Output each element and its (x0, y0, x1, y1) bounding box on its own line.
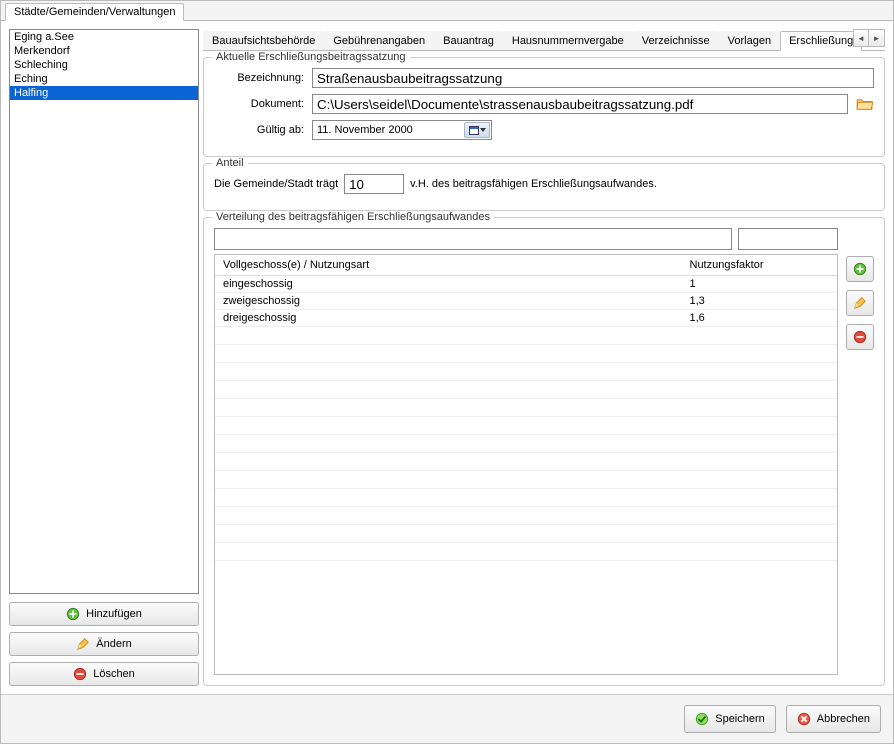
open-file-icon[interactable] (856, 96, 874, 112)
group-verteilung-legend: Verteilung des beitragsfähigen Erschließ… (212, 211, 494, 223)
city-list-item[interactable]: Eching (10, 72, 198, 86)
table-row[interactable]: zweigeschossig1,3 (215, 293, 837, 310)
minus-icon (73, 667, 87, 681)
city-list-item[interactable]: Eging a.See (10, 30, 198, 44)
filter-input-2[interactable] (738, 228, 838, 250)
outer-tabstrip: Städte/Gemeinden/Verwaltungen (1, 1, 893, 21)
minus-icon (853, 330, 867, 344)
table-row[interactable]: dreigeschossig1,6 (215, 310, 837, 327)
detail-tabstrip: BauaufsichtsbehördeGebührenangabenBauant… (203, 29, 885, 51)
input-bezeichnung[interactable] (312, 68, 874, 88)
table-row[interactable] (215, 417, 837, 435)
anteil-pretext: Die Gemeinde/Stadt trägt (214, 178, 338, 190)
table-row[interactable] (215, 399, 837, 417)
plus-icon (853, 262, 867, 276)
table-row[interactable] (215, 345, 837, 363)
table-row[interactable] (215, 453, 837, 471)
group-satzung-legend: Aktuelle Erschließungsbeitragssatzung (212, 51, 410, 63)
table-row[interactable] (215, 489, 837, 507)
group-satzung: Aktuelle Erschließungsbeitragssatzung Be… (203, 57, 885, 157)
city-list-item[interactable]: Schleching (10, 58, 198, 72)
pencil-icon (853, 296, 867, 310)
table-row[interactable] (215, 507, 837, 525)
group-anteil-legend: Anteil (212, 157, 248, 169)
detail-tab[interactable]: Vorlagen (719, 31, 780, 50)
label-bezeichnung: Bezeichnung: (214, 72, 304, 84)
table-row[interactable] (215, 471, 837, 489)
edit-city-label: Ändern (96, 638, 131, 650)
delete-city-button[interactable]: Löschen (9, 662, 199, 686)
add-city-label: Hinzufügen (86, 608, 142, 620)
row-delete-button[interactable] (846, 324, 874, 350)
plus-icon (66, 607, 80, 621)
detail-tab[interactable]: Hausnummernvergabe (503, 31, 633, 50)
filter-input-1[interactable] (214, 228, 732, 250)
row-edit-button[interactable] (846, 290, 874, 316)
input-dokument[interactable] (312, 94, 848, 114)
table-row[interactable]: eingeschossig1 (215, 276, 837, 293)
tab-scroll-left[interactable]: ◄ (853, 29, 869, 47)
calendar-icon (469, 126, 479, 135)
table-row[interactable] (215, 381, 837, 399)
gueltig-value: 11. November 2000 (317, 124, 413, 136)
detail-tab[interactable]: Gebührenangaben (324, 31, 434, 50)
add-city-button[interactable]: Hinzufügen (9, 602, 199, 626)
cancel-button[interactable]: Abbrechen (786, 705, 881, 733)
detail-tab[interactable]: Erschließung (780, 31, 862, 51)
col-nutzungsfaktor[interactable]: Nutzungsfaktor (682, 255, 838, 276)
table-row[interactable] (215, 525, 837, 543)
city-list-item[interactable]: Halfing (10, 86, 198, 100)
table-row[interactable] (215, 327, 837, 345)
edit-city-button[interactable]: Ändern (9, 632, 199, 656)
row-add-button[interactable] (846, 256, 874, 282)
city-list[interactable]: Eging a.SeeMerkendorfSchlechingEchingHal… (9, 29, 199, 594)
detail-tab[interactable]: Bauantrag (434, 31, 503, 50)
label-dokument: Dokument: (214, 98, 304, 110)
check-icon (695, 712, 709, 726)
save-button[interactable]: Speichern (684, 705, 776, 733)
city-list-item[interactable]: Merkendorf (10, 44, 198, 58)
table-row[interactable] (215, 363, 837, 381)
detail-tab[interactable]: Verzeichnisse (633, 31, 719, 50)
delete-city-label: Löschen (93, 668, 135, 680)
cancel-label: Abbrechen (817, 713, 870, 725)
input-anteil[interactable] (344, 174, 404, 194)
label-gueltig: Gültig ab: (214, 124, 304, 136)
verteilung-grid[interactable]: Vollgeschoss(e) / Nutzungsart Nutzungsfa… (214, 254, 838, 675)
save-label: Speichern (715, 713, 765, 725)
tab-scroll-right[interactable]: ► (869, 29, 885, 47)
anteil-posttext: v.H. des beitragsfähigen Erschließungsau… (410, 178, 657, 190)
col-vollgeschoss[interactable]: Vollgeschoss(e) / Nutzungsart (215, 255, 682, 276)
tab-staedte[interactable]: Städte/Gemeinden/Verwaltungen (5, 3, 184, 21)
chevron-down-icon (480, 128, 486, 132)
cancel-icon (797, 712, 811, 726)
table-row[interactable] (215, 435, 837, 453)
input-gueltig-ab[interactable]: 11. November 2000 (312, 120, 492, 140)
table-row[interactable] (215, 543, 837, 561)
datepicker-toggle[interactable] (464, 122, 490, 138)
group-anteil: Anteil Die Gemeinde/Stadt trägt v.H. des… (203, 163, 885, 211)
pencil-icon (76, 637, 90, 651)
group-verteilung: Verteilung des beitragsfähigen Erschließ… (203, 217, 885, 686)
detail-tab[interactable]: Bauaufsichtsbehörde (203, 31, 324, 50)
